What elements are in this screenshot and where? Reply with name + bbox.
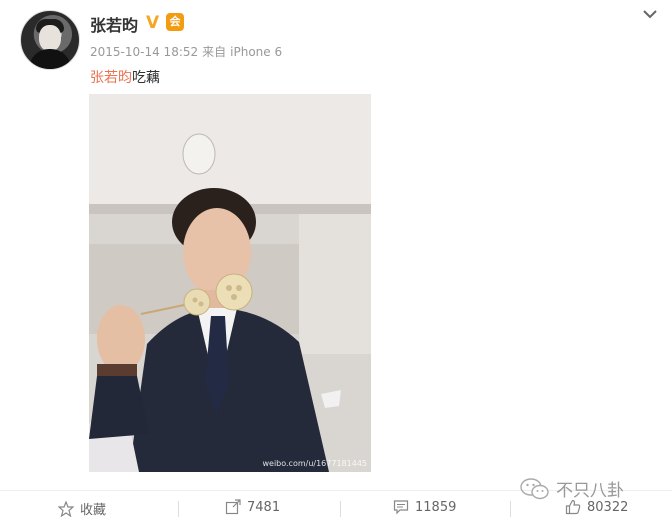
verified-badge-icon[interactable]: V (146, 13, 159, 33)
chevron-down-icon[interactable] (642, 6, 658, 22)
channel-name: 不只八卦 (556, 481, 624, 501)
weibo-post: 张若昀 V 会 2015-10-14 18:52 来自 iPhone 6 张若昀吃藕 (0, 0, 672, 524)
vip-badge-icon[interactable]: 会 (166, 13, 184, 31)
post-text: 张若昀吃藕 (90, 67, 160, 87)
post-meta: 2015-10-14 18:52 来自 iPhone 6 (90, 43, 286, 60)
avatar-face (39, 25, 61, 51)
comment-count: 11859 (415, 499, 457, 515)
wechat-channel-watermark: 不只八卦 (520, 476, 624, 501)
favorite-label: 收藏 (80, 503, 107, 518)
comment-button[interactable]: 11859 (393, 499, 456, 515)
username[interactable]: 张若昀 (90, 12, 138, 36)
photo-watermark: weibo.com/u/1677181445 (262, 459, 367, 468)
divider (178, 501, 179, 517)
post-source[interactable]: iPhone 6 (230, 45, 282, 59)
photo-illustration (89, 94, 371, 472)
wechat-icon (520, 477, 549, 499)
repost-icon (225, 499, 241, 515)
post-date[interactable]: 2015-10-14 18:52 (90, 45, 198, 59)
comment-icon (393, 500, 409, 515)
like-button[interactable]: 80322 (565, 499, 628, 515)
star-icon (58, 500, 74, 517)
mention-link[interactable]: 张若昀 (90, 70, 132, 86)
divider (340, 501, 341, 517)
divider (510, 501, 511, 517)
repost-count: 7481 (247, 499, 281, 515)
avatar[interactable] (20, 10, 80, 70)
like-count: 80322 (587, 499, 629, 515)
repost-button[interactable]: 7481 (225, 499, 280, 515)
thumbs-up-icon (565, 499, 581, 515)
source-prefix: 来自 (202, 45, 227, 59)
avatar-body (29, 49, 71, 69)
post-photo[interactable]: weibo.com/u/1677181445 (89, 94, 371, 472)
post-text-body: 吃藕 (132, 70, 160, 86)
favorite-button[interactable]: 收藏 (58, 499, 106, 518)
